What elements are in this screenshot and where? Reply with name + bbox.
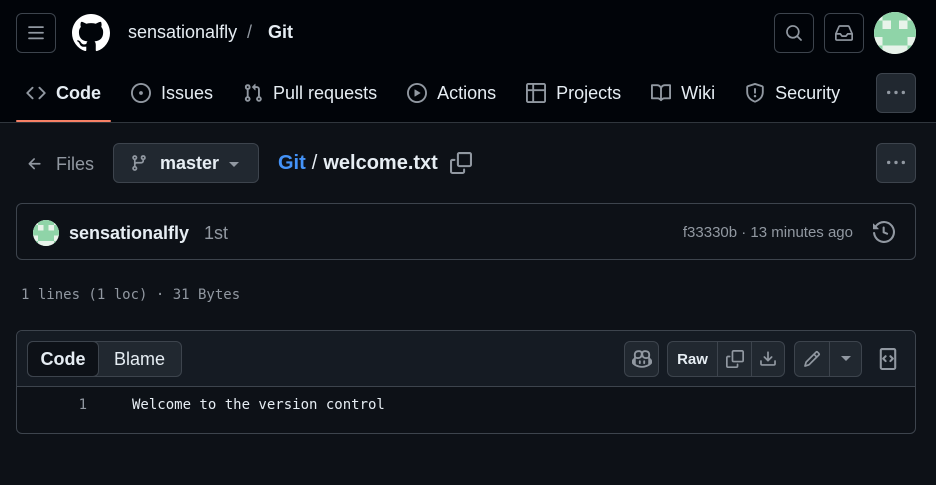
git-branch-icon — [132, 155, 146, 171]
nav-more-button[interactable] — [876, 73, 916, 113]
triangle-down-icon — [840, 356, 851, 361]
repo-name-link[interactable]: Git — [268, 22, 293, 43]
files-toggle-button[interactable]: Files — [26, 152, 94, 176]
history-icon[interactable] — [873, 221, 895, 243]
app-header: sensationalfly / Git Code Issues Pull re… — [0, 0, 936, 123]
tab-actions-label: Actions — [437, 82, 497, 103]
view-code-button[interactable]: Code — [27, 341, 99, 377]
repo-nav: Code Issues Pull requests Actions Projec… — [16, 70, 860, 122]
pencil-icon — [804, 351, 820, 367]
download-button[interactable] — [751, 342, 784, 376]
copy-icon — [725, 350, 744, 368]
hamburger-icon — [28, 26, 44, 40]
book-icon — [651, 84, 672, 102]
files-label: Files — [56, 153, 95, 174]
file-viewer: Code Blame Raw 1 Welcome to the version … — [16, 330, 916, 434]
breadcrumb-separator: / — [311, 152, 318, 174]
play-icon — [407, 83, 428, 103]
branch-selector[interactable]: master — [113, 143, 259, 183]
repo-owner-link[interactable]: sensationalfly — [128, 22, 237, 43]
copilot-icon — [631, 350, 652, 368]
tab-security-label: Security — [775, 82, 841, 103]
breadcrumb-file-name: welcome.txt — [323, 152, 438, 174]
file-more-button[interactable] — [876, 143, 916, 183]
pull-request-icon — [244, 83, 262, 102]
arrow-left-icon — [28, 158, 41, 170]
file-toolbar: Code Blame Raw — [17, 331, 915, 387]
triangle-down-icon — [229, 162, 239, 167]
file-stats: 1 lines (1 loc) · 31 Bytes — [21, 287, 241, 303]
commit-author-avatar[interactable] — [33, 220, 59, 246]
breadcrumb-repo-link[interactable]: Git — [278, 152, 306, 174]
tab-issues[interactable]: Issues — [121, 70, 223, 116]
menu-button[interactable] — [16, 13, 56, 53]
tab-code-label: Code — [56, 82, 101, 103]
branch-name: master — [160, 152, 220, 173]
code-line: 1 Welcome to the version control — [17, 397, 915, 419]
user-avatar[interactable] — [874, 12, 916, 54]
shield-icon — [746, 83, 764, 103]
kebab-horizontal-icon — [887, 90, 905, 95]
raw-button[interactable]: Raw — [668, 342, 717, 376]
file-path-breadcrumb: Git / welcome.txt — [278, 152, 438, 175]
copy-raw-button[interactable] — [717, 342, 751, 376]
view-toggle: Code Blame — [27, 341, 182, 377]
search-icon — [786, 25, 802, 41]
raw-copy-download-group: Raw — [667, 341, 785, 377]
tab-code[interactable]: Code — [16, 70, 111, 122]
tab-wiki-label: Wiki — [681, 82, 716, 103]
inbox-button[interactable] — [824, 13, 864, 53]
edit-button-group — [794, 341, 862, 377]
tab-security[interactable]: Security — [735, 70, 850, 116]
path-separator: / — [247, 22, 253, 42]
edit-button[interactable] — [795, 342, 829, 376]
commit-author[interactable]: sensationalfly — [69, 223, 189, 244]
tab-wiki[interactable]: Wiki — [641, 70, 725, 116]
tab-pull-requests-label: Pull requests — [273, 82, 378, 103]
view-blame-button[interactable]: Blame — [98, 342, 181, 376]
tab-issues-label: Issues — [161, 82, 214, 103]
search-button[interactable] — [774, 13, 814, 53]
commit-sha-time[interactable]: f33330b · 13 minutes ago — [683, 224, 853, 241]
tab-actions[interactable]: Actions — [397, 70, 506, 116]
kebab-horizontal-icon — [887, 160, 905, 165]
code-line-text: Welcome to the version control — [132, 397, 385, 413]
edit-options-button[interactable] — [829, 342, 861, 376]
code-icon — [26, 86, 46, 100]
copy-path-icon[interactable] — [450, 152, 472, 174]
commit-message[interactable]: 1st — [204, 223, 228, 244]
tab-projects-label: Projects — [556, 82, 622, 103]
tab-projects[interactable]: Projects — [516, 70, 631, 116]
symbols-icon[interactable] — [877, 348, 899, 370]
table-icon — [526, 83, 547, 103]
issue-icon — [131, 83, 151, 103]
github-logo-icon[interactable] — [72, 14, 110, 52]
download-icon — [760, 351, 776, 366]
latest-commit-box: sensationalfly 1st f33330b · 13 minutes … — [16, 203, 916, 260]
inbox-icon — [835, 25, 853, 41]
copilot-button[interactable] — [624, 341, 659, 377]
line-number[interactable]: 1 — [17, 397, 87, 413]
tab-pull-requests[interactable]: Pull requests — [233, 70, 387, 116]
